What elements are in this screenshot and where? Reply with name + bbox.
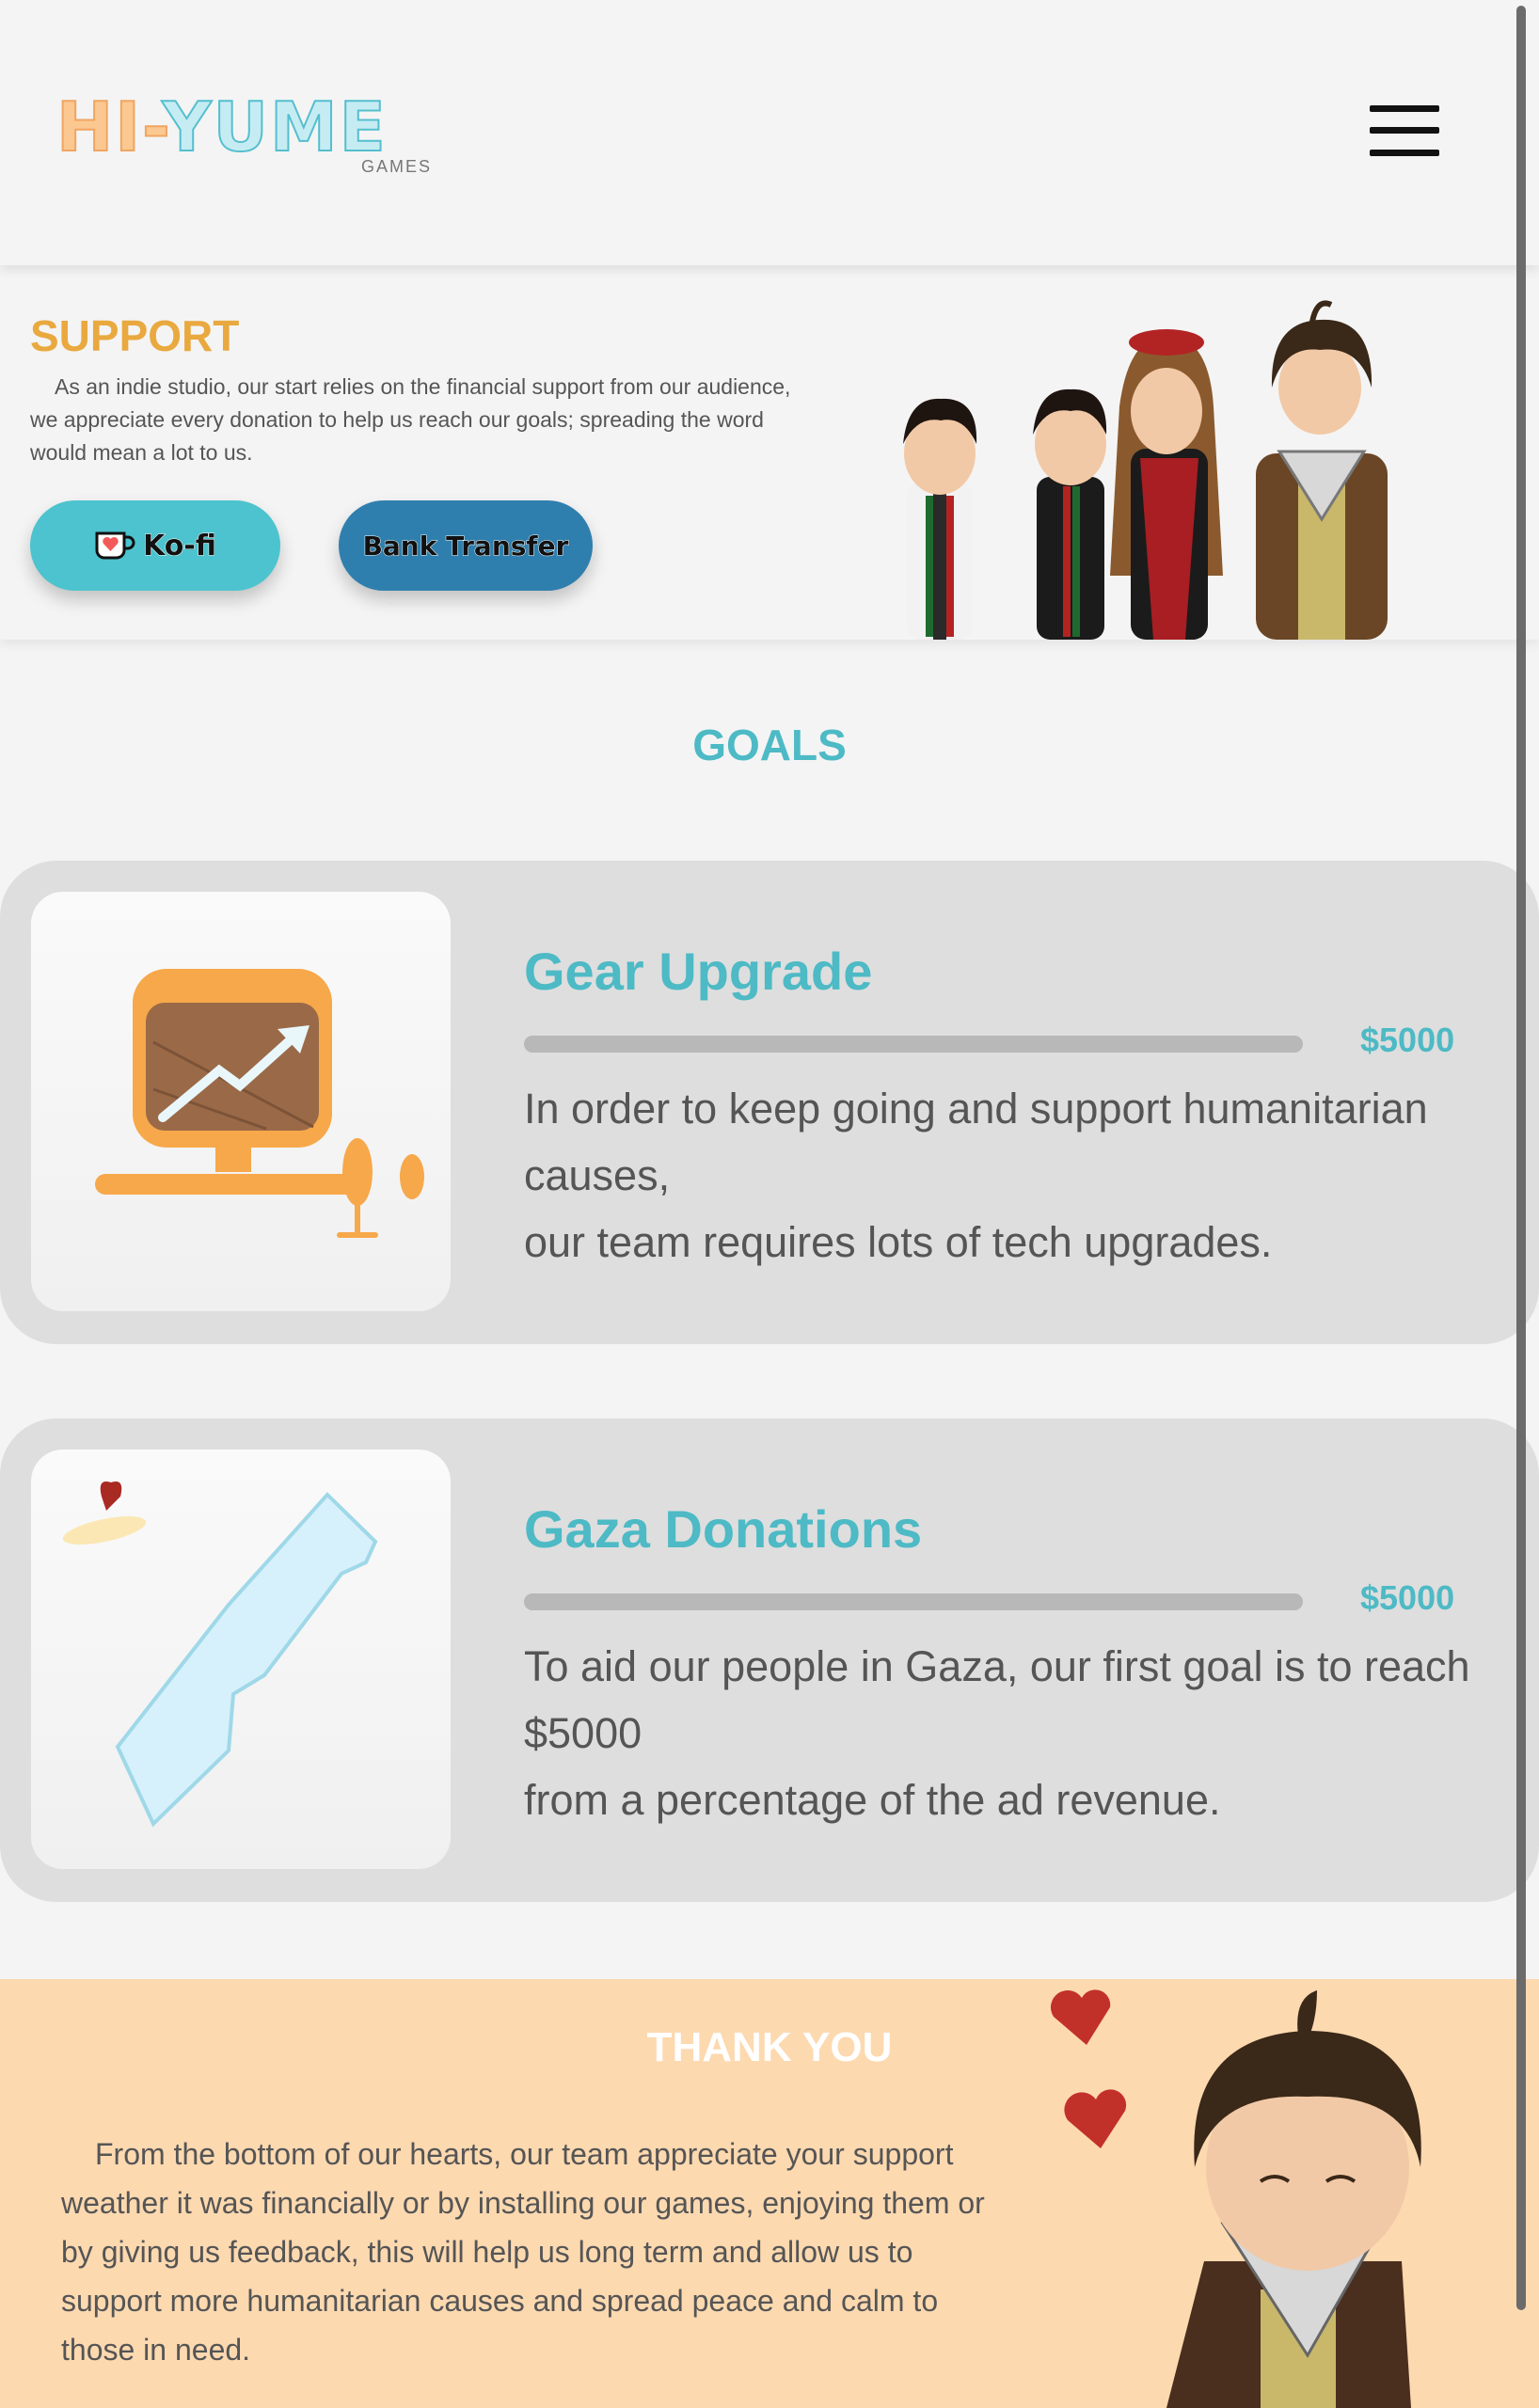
goal-name: Gaza Donations	[524, 1499, 923, 1559]
goal-name: Gear Upgrade	[524, 942, 873, 1001]
page-scrollbar[interactable]	[1516, 0, 1530, 2408]
character-girl	[1110, 329, 1223, 640]
support-section: SUPPORT As an indie studio, our start re…	[0, 265, 1539, 640]
goal-progress-bar	[524, 1593, 1303, 1610]
heart-icon	[1064, 2089, 1127, 2148]
hamburger-menu-icon[interactable]	[1370, 103, 1439, 158]
goal-image-gear-upgrade	[31, 892, 451, 1311]
heart-icon	[1050, 1989, 1111, 2045]
goal-amount: $5000	[1360, 1021, 1455, 1059]
thankful-character-illustration	[1050, 1989, 1421, 2408]
logo-wordmark: HI-YUME	[56, 87, 388, 166]
thank-you-section: THANK YOU From the bottom of our hearts,…	[0, 1979, 1539, 2408]
goal-description-line-1: To aid our people in Gaza, our first goa…	[524, 1642, 1470, 1757]
computer-growth-illustration	[95, 969, 424, 1238]
goal-description-line-1: In order to keep going and support human…	[524, 1085, 1428, 1199]
bank-transfer-button[interactable]: Bank Transfer	[339, 500, 593, 591]
logo-yume-text: YUME	[161, 87, 388, 166]
goal-description-line-2: from a percentage of the ad revenue.	[524, 1776, 1221, 1824]
goal-card-gaza-donations: Gaza Donations $5000 To aid our people i…	[0, 1418, 1539, 1902]
bank-transfer-label: Bank Transfer	[362, 530, 569, 562]
goals-title: GOALS	[692, 721, 847, 769]
goal-amount: $5000	[1360, 1578, 1455, 1617]
character-boy-2	[1033, 388, 1107, 640]
logo-hi-text: HI-	[56, 87, 163, 166]
goal-progress-bar	[524, 1036, 1303, 1053]
character-boy-1	[903, 398, 977, 640]
team-characters-illustration	[903, 300, 1388, 640]
support-description: As an indie studio, our start relies on …	[30, 374, 791, 465]
goal-description: To aid our people in Gaza, our first goa…	[524, 1633, 1483, 1833]
kofi-label: Ko-fi	[142, 529, 217, 562]
kofi-cup-heart-icon	[95, 531, 135, 560]
goal-image-gaza-donations	[31, 1450, 451, 1869]
kofi-button[interactable]: Ko-fi	[30, 500, 280, 591]
gaza-map-illustration	[62, 1481, 378, 1828]
support-title: SUPPORT	[30, 311, 240, 360]
logo-subtitle: GAMES	[360, 157, 432, 176]
site-header: HI-YUME GAMES	[0, 0, 1539, 265]
scrollbar-thumb[interactable]	[1516, 6, 1526, 2310]
character-boy-keffiyeh	[1256, 300, 1388, 640]
goal-card-gear-upgrade: Gear Upgrade $5000 In order to keep goin…	[0, 861, 1539, 1344]
goal-description-line-2: our team requires lots of tech upgrades.	[524, 1218, 1273, 1266]
goal-description: In order to keep going and support human…	[524, 1075, 1483, 1275]
hi-yume-logo[interactable]: HI-YUME GAMES	[56, 87, 437, 183]
thank-you-text: From the bottom of our hearts, our team …	[61, 2137, 985, 2367]
